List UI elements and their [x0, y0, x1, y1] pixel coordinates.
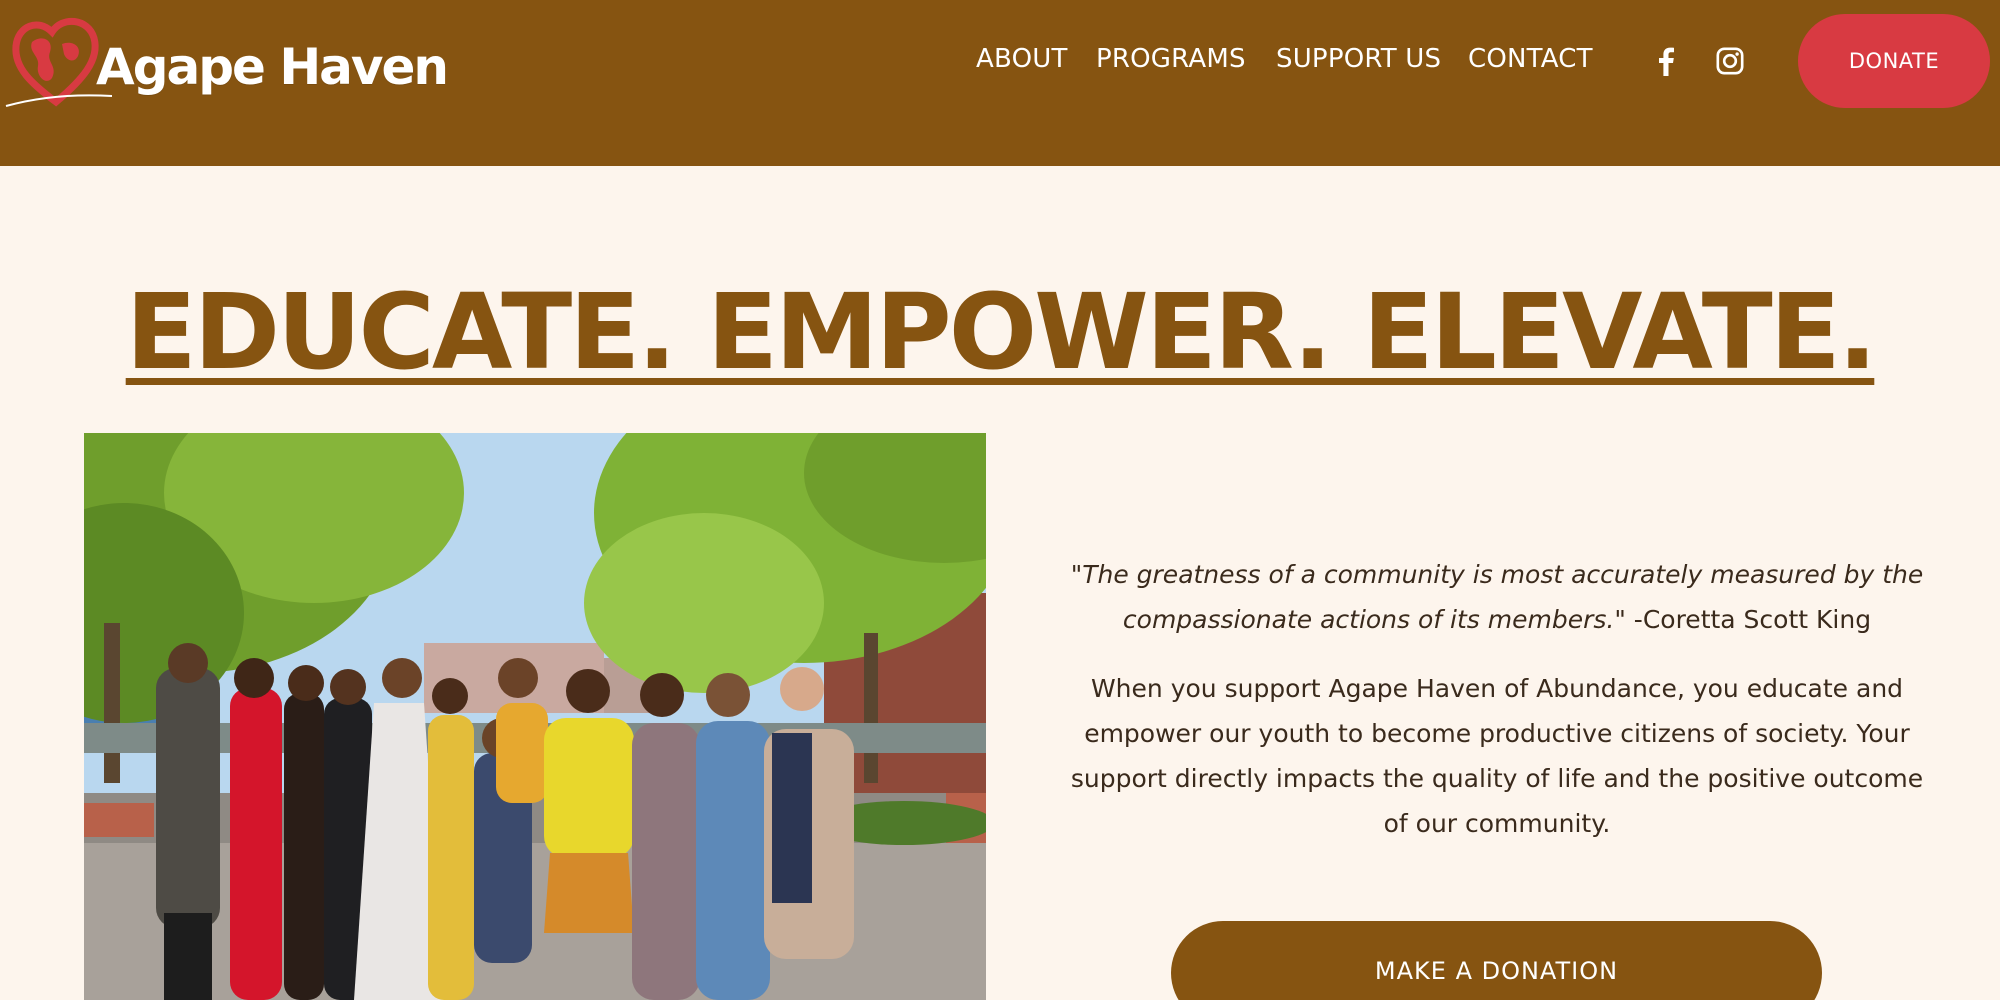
headline-text: EDUCATE. EMPOWER. ELEVATE. [125, 271, 1878, 393]
facebook-icon[interactable] [1651, 45, 1681, 77]
support-description: When you support Agape Haven of Abundanc… [1070, 674, 1924, 838]
site-header: Agape Haven ABOUT PROGRAMS SUPPORT US CO… [0, 0, 2000, 166]
coretta-scott-king-quote: "The greatness of a community is most ac… [1070, 552, 1924, 642]
nav-item-contact[interactable]: CONTACT [1468, 44, 1593, 74]
community-group-photo [84, 433, 986, 1000]
nav-item-programs[interactable]: PROGRAMS [1096, 44, 1246, 74]
donate-button[interactable]: DONATE [1798, 14, 1990, 108]
quote-author: -Coretta Scott King [1625, 605, 1872, 634]
logo-text: Agape Haven [96, 38, 449, 96]
instagram-icon[interactable] [1715, 45, 1745, 77]
site-logo[interactable]: Agape Haven [0, 10, 449, 110]
group-photo-illustration [84, 433, 986, 1000]
nav-item-about[interactable]: ABOUT [976, 44, 1068, 74]
page-headline: EDUCATE. EMPOWER. ELEVATE. [0, 272, 2000, 392]
make-a-donation-button[interactable]: MAKE A DONATION [1171, 921, 1822, 1000]
nav-item-support-us[interactable]: SUPPORT US [1276, 44, 1441, 74]
